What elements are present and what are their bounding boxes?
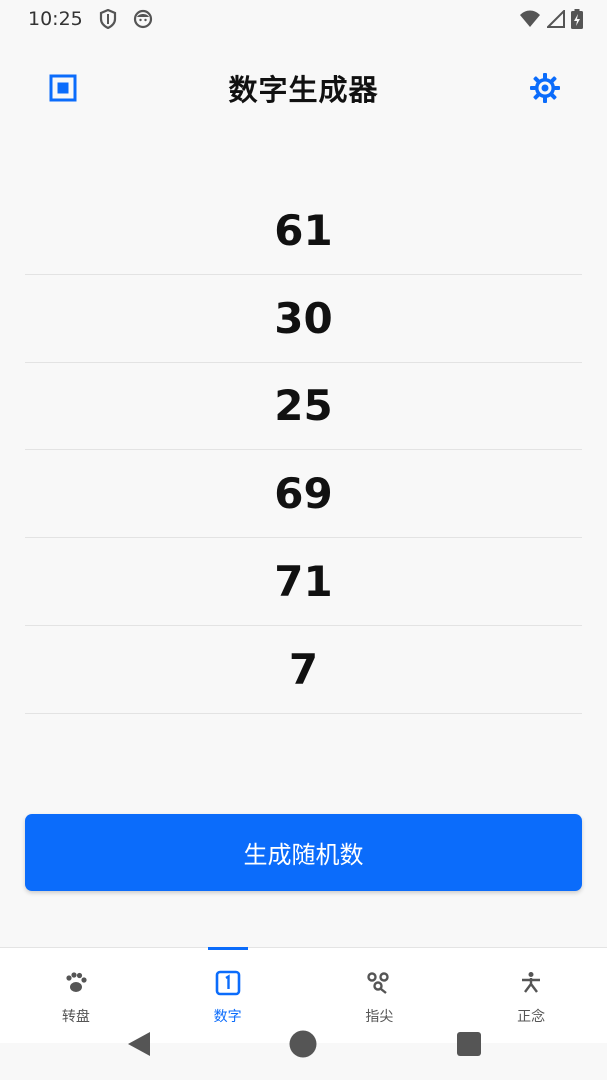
page-title: 数字生成器 (228, 73, 379, 107)
number-list: 61 30 25 69 71 7 (25, 187, 582, 714)
number-row: 71 (25, 538, 582, 626)
number-row: 69 (25, 450, 582, 539)
status-time: 10:25 (28, 8, 83, 30)
number-value: 71 (274, 557, 333, 607)
screen: 10:25 数字生成器 61 30 25 69 71 7 生成随机数 转盘 数字… (0, 0, 607, 1080)
back-icon[interactable] (126, 1031, 152, 1061)
system-nav (0, 1000, 607, 1080)
app-bar: 数字生成器 (0, 58, 607, 118)
generate-button-label: 生成随机数 (243, 841, 364, 869)
number-row: 7 (25, 626, 582, 714)
meditation-icon (516, 968, 546, 998)
number-value: 7 (288, 644, 319, 694)
active-tab-indicator (207, 947, 248, 950)
paw-icon (61, 968, 91, 998)
fingertips-icon (364, 968, 394, 998)
gear-icon[interactable] (528, 71, 562, 105)
battery-charging-icon (571, 9, 583, 29)
number-value: 30 (274, 293, 333, 343)
number-row: 30 (25, 275, 582, 363)
generate-button[interactable]: 生成随机数 (25, 814, 582, 891)
wifi-icon (519, 10, 541, 28)
number-value: 69 (274, 469, 333, 519)
face-icon (133, 9, 153, 29)
stop-square-icon[interactable] (48, 73, 78, 103)
home-icon[interactable] (289, 1030, 317, 1062)
status-bar: 10:25 (0, 0, 607, 38)
number-row: 25 (25, 363, 582, 451)
recents-icon[interactable] (457, 1032, 481, 1060)
number-one-box-icon (213, 968, 243, 998)
number-row: 61 (25, 187, 582, 275)
number-value: 61 (274, 205, 333, 255)
number-value: 25 (274, 381, 333, 431)
signal-icon (547, 10, 565, 28)
shield-icon (99, 9, 117, 29)
